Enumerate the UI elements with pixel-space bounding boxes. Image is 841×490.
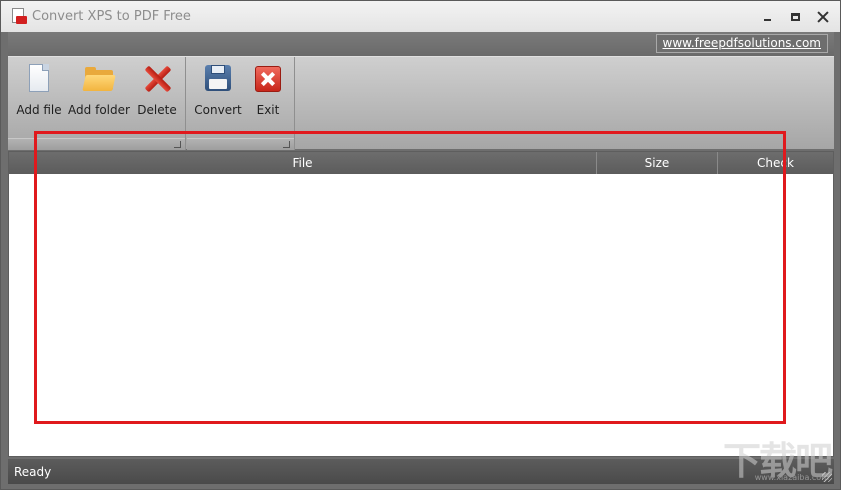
- dialog-launcher-icon[interactable]: [283, 141, 290, 148]
- column-header-size[interactable]: Size: [597, 152, 718, 174]
- close-button[interactable]: [812, 7, 834, 27]
- status-text: Ready: [14, 464, 52, 479]
- column-header-check[interactable]: Check: [718, 152, 833, 174]
- watermark-subtext: www.xiazaiba.com: [754, 473, 829, 482]
- link-bar: www.freepdfsolutions.com: [8, 32, 834, 56]
- ribbon-toolbar: Add file Add folder Delete Convert Exit: [8, 56, 834, 150]
- delete-button[interactable]: Delete: [134, 63, 180, 123]
- add-file-icon: [23, 63, 55, 95]
- exit-label: Exit: [256, 103, 280, 117]
- add-folder-button[interactable]: Add folder: [68, 63, 130, 123]
- window-title: Convert XPS to PDF Free: [32, 9, 191, 24]
- ribbon-group-files: Add file Add folder Delete: [8, 57, 186, 150]
- add-folder-label: Add folder: [68, 103, 130, 117]
- convert-button[interactable]: Convert: [193, 63, 243, 123]
- minimize-icon: [763, 19, 771, 21]
- maximize-icon: [790, 13, 800, 21]
- delete-label: Delete: [137, 103, 177, 117]
- exit-button[interactable]: Exit: [249, 63, 287, 123]
- title-bar[interactable]: Convert XPS to PDF Free: [1, 1, 840, 32]
- group-footer: [8, 138, 185, 150]
- watermark-logo: 下载吧 www.xiazaiba.com: [707, 428, 835, 483]
- file-list-header: File Size Check: [9, 152, 833, 174]
- group-footer: [187, 138, 294, 150]
- convert-label: Convert: [194, 103, 242, 117]
- delete-icon: [141, 63, 173, 95]
- maximize-button[interactable]: [784, 7, 806, 27]
- app-logo-icon: [10, 7, 28, 26]
- column-header-file[interactable]: File: [9, 152, 597, 174]
- exit-icon: [252, 63, 284, 95]
- dialog-launcher-icon[interactable]: [174, 141, 181, 148]
- file-list[interactable]: File Size Check: [8, 151, 834, 457]
- file-list-body[interactable]: [9, 174, 833, 456]
- website-link[interactable]: www.freepdfsolutions.com: [655, 34, 828, 53]
- app-window: Convert XPS to PDF Free www.freepdfsolut…: [0, 0, 841, 490]
- folder-icon: [82, 63, 116, 95]
- window-controls: [756, 7, 834, 27]
- add-file-button[interactable]: Add file: [14, 63, 64, 123]
- minimize-button[interactable]: [756, 7, 778, 27]
- close-icon: [817, 11, 829, 23]
- ribbon-group-actions: Convert Exit: [187, 57, 295, 150]
- save-disk-icon: [202, 63, 234, 95]
- add-file-label: Add file: [16, 103, 62, 117]
